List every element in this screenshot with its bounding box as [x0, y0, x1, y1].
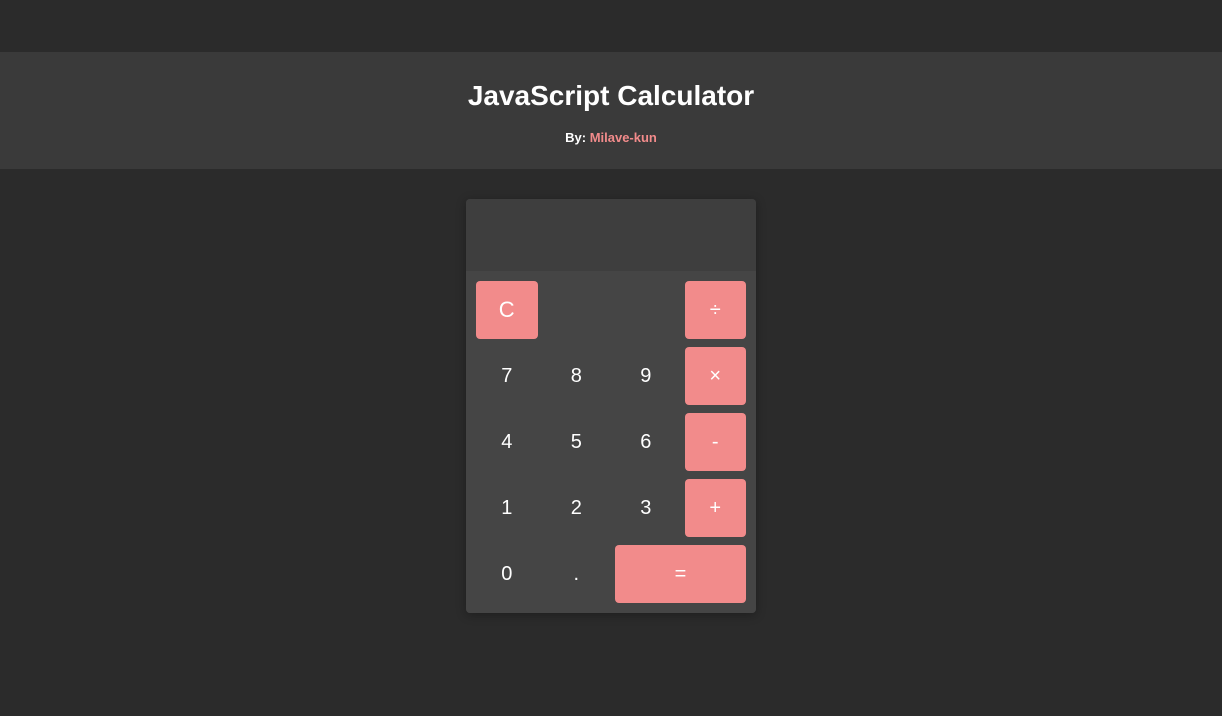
calculator-display [466, 199, 756, 271]
zero-button[interactable]: 0 [474, 543, 540, 605]
one-button[interactable]: 1 [474, 477, 540, 539]
eight-button[interactable]: 8 [544, 345, 610, 407]
add-button[interactable]: + [685, 479, 747, 537]
calculator-container: C ÷ 7 8 9 × 4 5 6 - 1 2 3 + 0 . = [0, 199, 1222, 613]
three-button[interactable]: 3 [613, 477, 679, 539]
divide-button[interactable]: ÷ [685, 281, 747, 339]
two-button[interactable]: 2 [544, 477, 610, 539]
subtract-button[interactable]: - [685, 413, 747, 471]
six-button[interactable]: 6 [613, 411, 679, 473]
five-button[interactable]: 5 [544, 411, 610, 473]
seven-button[interactable]: 7 [474, 345, 540, 407]
by-prefix: By: [565, 130, 590, 145]
multiply-button[interactable]: × [685, 347, 747, 405]
blank-cell [544, 279, 610, 341]
author-link[interactable]: Milave-kun [590, 130, 657, 145]
equals-button[interactable]: = [615, 545, 746, 603]
calculator-keypad: C ÷ 7 8 9 × 4 5 6 - 1 2 3 + 0 . = [466, 271, 756, 613]
decimal-button[interactable]: . [544, 543, 610, 605]
author-byline: By: Milave-kun [0, 130, 1222, 145]
calculator: C ÷ 7 8 9 × 4 5 6 - 1 2 3 + 0 . = [466, 199, 756, 613]
clear-button[interactable]: C [476, 281, 538, 339]
nine-button[interactable]: 9 [613, 345, 679, 407]
four-button[interactable]: 4 [474, 411, 540, 473]
page-header: JavaScript Calculator By: Milave-kun [0, 52, 1222, 169]
blank-cell [613, 279, 679, 341]
page-title: JavaScript Calculator [0, 80, 1222, 112]
